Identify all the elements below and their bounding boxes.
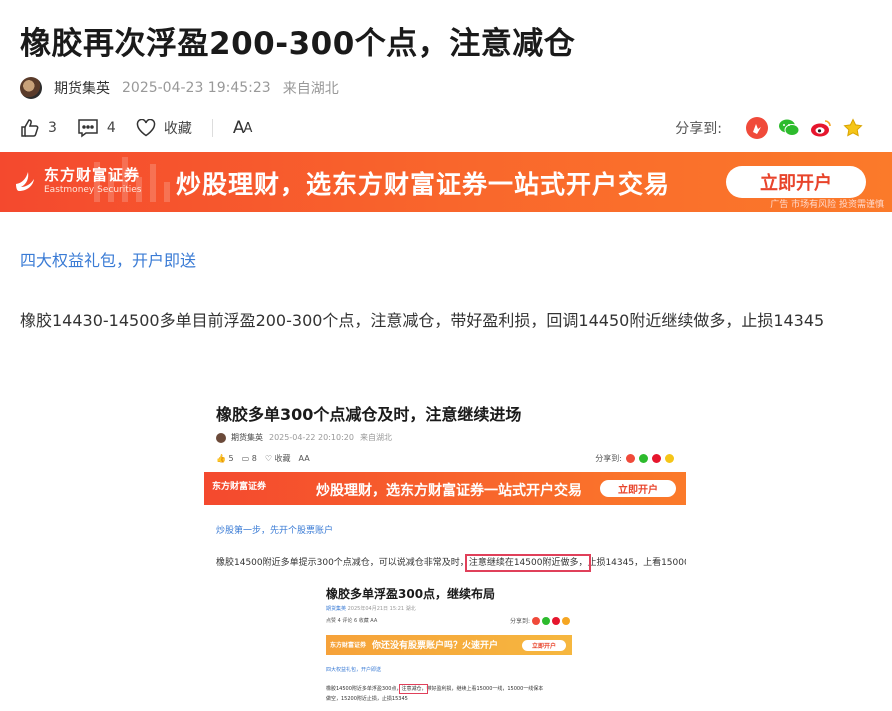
embedded-promo-link: 炒股第一步，先开个股票账户 [216,526,334,536]
like-button[interactable]: 3 [20,118,57,138]
nested-date: 2025年04月21日 15:21 [347,606,405,612]
divider [211,119,213,137]
embedded-weibo-icon [652,454,661,463]
embedded-para-before: 橡胶14500附近多单提示300个点减仓，可以说减仓非常及时， [216,558,469,568]
logo-text-en: Eastmoney Securities [44,185,142,195]
embedded-favorite: ♡ 收藏 [264,454,291,463]
embedded-comment: ▭ 8 [241,454,257,463]
embedded-share: 分享到: [595,453,674,464]
embedded-avatar [216,432,226,443]
banner-slogan: 炒股理财，选东方财富证券一站式开户交易 [176,170,671,199]
nested-toutiao-icon [532,616,540,625]
nested-share: 分享到: [510,616,570,625]
favorite-star-icon[interactable] [842,117,864,139]
promo-link[interactable]: 四大权益礼包，开户即送 [20,247,196,271]
comment-count: 4 [106,120,116,136]
embedded-share-label: 分享到: [595,454,622,463]
embedded-para-highlight: 注意继续在14500附近做多， [464,554,592,572]
embedded-like-count: 5 [228,454,234,463]
nested-para-before: 橡胶14500附近多单浮盈300点， [326,686,402,692]
nested-banner: 东方财富证券 你还没有股票账户吗？火速开户 立即开户 [326,635,572,655]
nested-star-icon [562,616,570,625]
wechat-icon[interactable] [778,117,800,139]
nested-banner-logo: 东方财富证券 [330,642,367,649]
nested-para-highlight: 注意减仓， [399,684,429,694]
comment-button[interactable]: 4 [77,118,116,138]
embedded-title: 橡胶多单300个点减仓及时，注意继续进场 [216,405,522,424]
font-size-large-a: A [232,118,245,138]
nested-banner-slogan: 你还没有股票账户吗？火速开户 [372,641,499,651]
nested-share-label: 分享到: [509,618,530,625]
thumbs-up-icon [21,119,39,137]
ad-disclaimer: 广告 市场有风险 投资需谨慎 [770,200,884,210]
article-meta: 期货集英 2025-04-23 19:45:23 来自湖北 [20,77,339,99]
embedded-favorite-label: 收藏 [274,454,291,463]
nested-title: 橡胶多单浮盈300点，继续布局 [326,587,496,601]
like-count: 3 [48,120,57,136]
article-title: 橡胶再次浮盈200-300个点，注意减仓 [20,26,576,62]
logo-text-cn: 东方财富证券 [44,166,141,184]
embedded-screenshot: 橡胶多单300个点减仓及时，注意继续进场 期货集英 2025-04-22 20:… [204,385,686,711]
embedded-location: 来自湖北 [359,433,392,442]
article-paragraph: 橡胶14430-14500多单目前浮盈200-300个点，注意减仓，带好盈利损，… [20,311,825,330]
embedded-banner-logo: 东方财富证券 [212,482,267,492]
toutiao-icon[interactable] [746,117,768,139]
heart-icon [136,119,156,137]
nested-banner-button: 立即开户 [522,640,566,651]
article-actions: 3 4 收藏 AA [20,116,271,140]
embedded-wechat-icon [639,454,648,463]
nested-wechat-icon [542,616,550,625]
publish-location: 来自湖北 [282,81,339,97]
embedded-font: AA [298,454,310,463]
embedded-like: 👍 5 [216,454,234,463]
font-size-small-a: A [243,120,252,136]
nested-author: 期货集英 [326,606,347,612]
author-name[interactable]: 期货集英 [54,78,110,98]
nested-para-after: 带好盈利损，继续上看15000一线，15000一线保本 [426,686,544,692]
nested-para-line2: 做空，15200附近止损，止损15345 [326,696,408,702]
embedded-author: 期货集英 [231,433,263,442]
favorite-button[interactable]: 收藏 [136,118,192,138]
share-bar: 分享到: [675,116,864,140]
embedded-banner-slogan: 炒股理财，选东方财富证券一站式开户交易 [316,483,582,499]
embedded-para-after: 止损14345，上看15000一线 [587,558,686,568]
favorite-label: 收藏 [163,121,192,137]
embedded-actions: 👍 5 ▭ 8 ♡ 收藏 AA [216,453,310,464]
author-avatar[interactable] [20,77,42,99]
nested-meta: 期货集英 2025年04月21日 15:21 湖北 [326,605,416,612]
nested-screenshot: 橡胶多单浮盈300点，继续布局 期货集英 2025年04月21日 15:21 湖… [322,581,576,711]
embedded-star-icon [665,454,674,463]
font-size-button[interactable]: AA [232,118,253,138]
ad-banner[interactable]: 东方财富证券 Eastmoney Securities 炒股理财，选东方财富证券… [0,152,892,212]
embedded-paragraph: 橡胶14500附近多单提示300个点减仓，可以说减仓非常及时，注意继续在1450… [216,554,686,572]
embedded-date: 2025-04-22 20:10:20 [269,433,354,442]
eastmoney-logo-icon [16,171,34,191]
eastmoney-logo: 东方财富证券 Eastmoney Securities [14,164,141,195]
share-label: 分享到: [675,121,722,137]
nested-paragraph: 橡胶14500附近多单浮盈300点，注意减仓，带好盈利损，继续上看15000一线… [326,684,543,704]
weibo-icon[interactable] [810,117,832,139]
comment-icon [78,119,98,138]
embedded-banner-button: 立即开户 [600,480,676,497]
embedded-comment-count: 8 [251,454,257,463]
embedded-meta: 期货集英 2025-04-22 20:10:20 来自湖北 [216,432,392,443]
nested-actions: 点赞 4 评论 6 收藏 AA [326,618,378,624]
nested-location: 湖北 [405,606,416,612]
embedded-toutiao-icon [626,454,635,463]
publish-date: 2025-04-23 19:45:23 [122,80,271,96]
open-account-button[interactable]: 立即开户 [726,166,866,198]
nested-weibo-icon [552,616,560,625]
embedded-banner: 东方财富证券 炒股理财，选东方财富证券一站式开户交易 立即开户 [204,472,686,505]
nested-promo-link: 四大权益礼包，开户即送 [326,667,382,673]
